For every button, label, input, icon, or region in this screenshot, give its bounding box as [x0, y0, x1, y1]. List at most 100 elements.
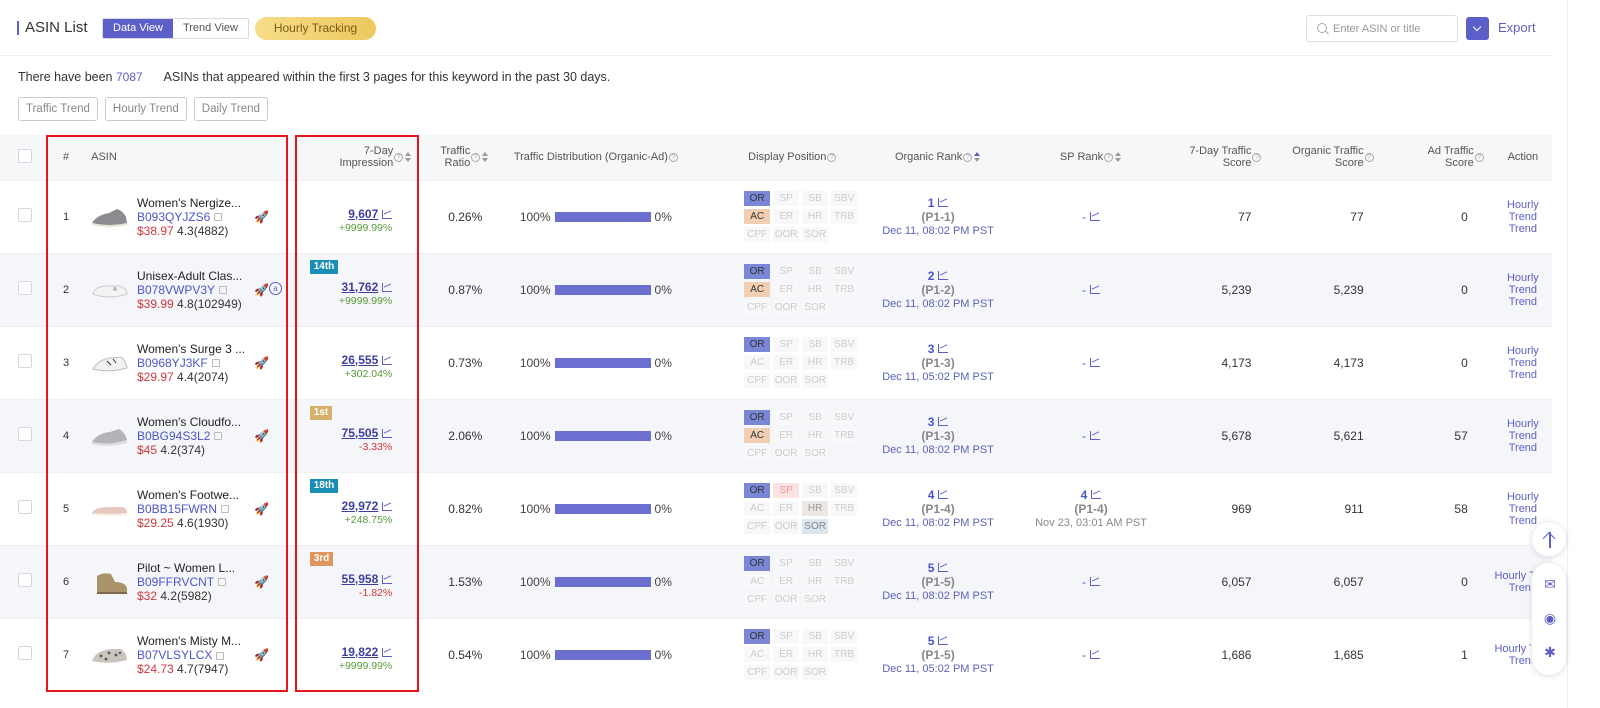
line-chart-icon[interactable]	[938, 635, 949, 645]
line-chart-icon[interactable]	[382, 282, 393, 292]
trend-link[interactable]: Trend	[1494, 369, 1552, 381]
impression-value[interactable]: 9,607	[348, 207, 378, 221]
select-all-checkbox[interactable]	[18, 148, 32, 163]
line-chart-icon[interactable]	[1090, 649, 1101, 659]
line-chart-icon[interactable]	[382, 501, 393, 511]
sp-rank-value[interactable]: -	[1082, 648, 1086, 662]
help-icon[interactable]: ?	[963, 152, 973, 162]
sp-rank-value[interactable]: -	[1082, 210, 1086, 224]
sort-icon[interactable]	[1115, 152, 1122, 163]
hourly-trend-link[interactable]: Hourly Trend	[1494, 418, 1552, 442]
organic-rank-value[interactable]: 2	[928, 269, 935, 283]
line-chart-icon[interactable]	[382, 209, 393, 219]
asin-link[interactable]: B078VWPV3Y	[137, 283, 215, 297]
line-chart-icon[interactable]	[1090, 211, 1101, 221]
daily-trend-button[interactable]: Daily Trend	[193, 97, 268, 121]
hourly-trend-button[interactable]: Hourly Trend	[104, 97, 187, 121]
organic-rank-value[interactable]: 3	[928, 415, 935, 429]
tab-data-view[interactable]: Data View	[103, 19, 173, 38]
line-chart-icon[interactable]	[382, 355, 393, 365]
line-chart-icon[interactable]	[938, 343, 949, 353]
help-icon[interactable]: ?	[827, 152, 837, 162]
product-image[interactable]	[89, 203, 129, 231]
hourly-tracking-button[interactable]: Hourly Tracking	[255, 17, 376, 40]
product-title[interactable]: Women's Cloudfo...	[137, 415, 241, 429]
organic-rank-value[interactable]: 5	[928, 634, 935, 648]
dropdown-toggle-button[interactable]	[1466, 17, 1489, 40]
line-chart-icon[interactable]	[382, 428, 393, 438]
hourly-trend-link[interactable]: Hourly Trend	[1494, 272, 1552, 296]
back-to-top-button[interactable]	[1531, 521, 1567, 557]
copy-icon[interactable]	[211, 359, 220, 368]
line-chart-icon[interactable]	[938, 197, 949, 207]
copy-icon[interactable]	[214, 213, 223, 222]
asin-link[interactable]: B0BG94S3L2	[137, 429, 210, 443]
impression-value[interactable]: 31,762	[342, 280, 379, 294]
asin-link[interactable]: B093QYJZS6	[137, 210, 210, 224]
asin-link[interactable]: B09FFRVCNT	[137, 575, 214, 589]
organic-rank-value[interactable]: 1	[928, 196, 935, 210]
line-chart-icon[interactable]	[382, 574, 393, 584]
trend-link[interactable]: Trend	[1494, 296, 1552, 308]
product-title[interactable]: Unisex-Adult Clas...	[137, 269, 242, 283]
impression-value[interactable]: 19,822	[342, 645, 379, 659]
asin-link[interactable]: B0BB15FWRN	[137, 502, 217, 516]
search-input[interactable]	[1333, 16, 1453, 41]
line-chart-icon[interactable]	[1090, 576, 1101, 586]
help-icon[interactable]: ?	[394, 152, 404, 162]
product-title[interactable]: Women's Surge 3 ...	[137, 342, 245, 356]
line-chart-icon[interactable]	[938, 416, 949, 426]
discord-icon[interactable]: ◉	[1541, 609, 1559, 627]
product-image[interactable]	[89, 349, 129, 377]
impression-value[interactable]: 75,505	[342, 426, 379, 440]
sp-rank-value[interactable]: -	[1082, 575, 1086, 589]
help-icon[interactable]: ?	[1364, 152, 1374, 162]
tab-trend-view[interactable]: Trend View	[172, 19, 248, 38]
copy-icon[interactable]	[221, 505, 230, 514]
product-image[interactable]	[89, 495, 129, 523]
line-chart-icon[interactable]	[1090, 284, 1101, 294]
impression-value[interactable]: 26,555	[342, 353, 379, 367]
help-icon[interactable]: ?	[1474, 152, 1484, 162]
help-icon[interactable]: ?	[1252, 152, 1262, 162]
sort-icon[interactable]	[482, 152, 489, 163]
hourly-trend-link[interactable]: Hourly Trend	[1494, 345, 1552, 369]
help-icon[interactable]: ?	[471, 152, 481, 162]
line-chart-icon[interactable]	[1091, 489, 1102, 499]
product-title[interactable]: Pilot ~ Women L...	[137, 561, 235, 575]
organic-rank-value[interactable]: 4	[928, 488, 935, 502]
line-chart-icon[interactable]	[1090, 430, 1101, 440]
traffic-trend-button[interactable]: Traffic Trend	[18, 97, 98, 121]
help-icon[interactable]: ?	[668, 152, 678, 162]
export-button[interactable]: Export	[1498, 20, 1536, 35]
hourly-trend-link[interactable]: Hourly Trend	[1494, 491, 1552, 515]
copy-icon[interactable]	[218, 578, 227, 587]
sp-rank-value[interactable]: 4	[1081, 488, 1088, 502]
organic-rank-value[interactable]: 5	[928, 561, 935, 575]
copy-icon[interactable]	[214, 432, 223, 441]
product-image[interactable]	[89, 568, 129, 596]
sort-icon[interactable]	[974, 152, 981, 163]
product-title[interactable]: Women's Nergize...	[137, 196, 241, 210]
line-chart-icon[interactable]	[382, 647, 393, 657]
impression-value[interactable]: 29,972	[342, 499, 379, 513]
product-image[interactable]	[89, 422, 129, 450]
feedback-mail-icon[interactable]: ✉	[1541, 575, 1559, 593]
product-image[interactable]	[89, 276, 129, 304]
help-icon[interactable]: ?	[1104, 152, 1114, 162]
sp-rank-value[interactable]: -	[1082, 429, 1086, 443]
product-title[interactable]: Women's Footwe...	[137, 488, 239, 502]
sort-icon[interactable]	[405, 152, 412, 163]
product-title[interactable]: Women's Misty M...	[137, 634, 241, 648]
line-chart-icon[interactable]	[938, 489, 949, 499]
asin-link[interactable]: B07VLSYLCX	[137, 648, 212, 662]
trend-link[interactable]: Trend	[1494, 223, 1552, 235]
copy-icon[interactable]	[219, 286, 228, 295]
sp-rank-value[interactable]: -	[1082, 283, 1086, 297]
trend-link[interactable]: Trend	[1494, 442, 1552, 454]
impression-value[interactable]: 55,958	[342, 572, 379, 586]
organic-rank-value[interactable]: 3	[928, 342, 935, 356]
lightbulb-icon[interactable]: ✱	[1541, 643, 1559, 661]
product-image[interactable]	[89, 641, 129, 669]
copy-icon[interactable]	[216, 651, 225, 660]
